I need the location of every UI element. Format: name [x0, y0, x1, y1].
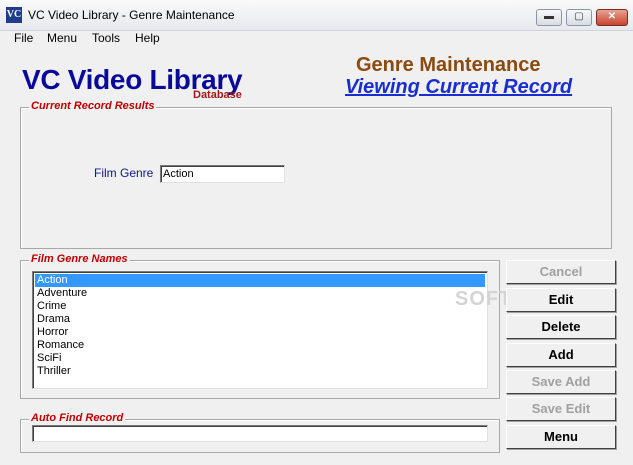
genre-list-label: Film Genre Names: [29, 253, 130, 265]
maximize-button[interactable]: ▢: [566, 9, 592, 26]
genre-listbox[interactable]: Action Adventure Crime Drama Horror Roma…: [32, 271, 488, 389]
list-item[interactable]: Action: [35, 274, 485, 287]
save-add-button[interactable]: Save Add: [506, 370, 616, 394]
cancel-button[interactable]: Cancel: [506, 260, 616, 284]
menu-menu[interactable]: Menu: [47, 31, 77, 45]
menu-bar: File Menu Tools Help: [0, 30, 633, 47]
auto-find-input[interactable]: [32, 425, 488, 442]
menu-help[interactable]: Help: [135, 31, 160, 45]
list-item[interactable]: Adventure: [35, 287, 485, 300]
form-title: Genre Maintenance: [356, 54, 541, 76]
close-button[interactable]: ✕: [596, 9, 628, 26]
menu-button[interactable]: Menu: [506, 425, 616, 449]
app-icon: VC: [6, 7, 22, 23]
list-item[interactable]: Drama: [35, 313, 485, 326]
delete-button[interactable]: Delete: [506, 315, 616, 339]
save-edit-button[interactable]: Save Edit: [506, 397, 616, 421]
menu-file[interactable]: File: [14, 31, 33, 45]
auto-find-label: Auto Find Record: [29, 412, 126, 424]
form-mode: Viewing Current Record: [345, 76, 573, 98]
list-item[interactable]: Romance: [35, 339, 485, 352]
list-item[interactable]: Horror: [35, 326, 485, 339]
current-record-label: Current Record Results: [29, 100, 157, 112]
edit-button[interactable]: Edit: [506, 288, 616, 312]
add-button[interactable]: Add: [506, 343, 616, 367]
list-item[interactable]: SciFi: [35, 352, 485, 365]
title-bar[interactable]: VC VC Video Library - Genre Maintenance …: [0, 0, 633, 31]
app-subtitle: Database: [193, 89, 242, 101]
menu-tools[interactable]: Tools: [92, 31, 120, 45]
minimize-button[interactable]: ▬: [536, 9, 562, 26]
list-item[interactable]: Crime: [35, 300, 485, 313]
film-genre-label: Film Genre: [94, 166, 154, 180]
window-title: VC Video Library - Genre Maintenance: [28, 8, 235, 22]
list-item[interactable]: Thriller: [35, 365, 485, 378]
film-genre-input[interactable]: [160, 165, 285, 183]
